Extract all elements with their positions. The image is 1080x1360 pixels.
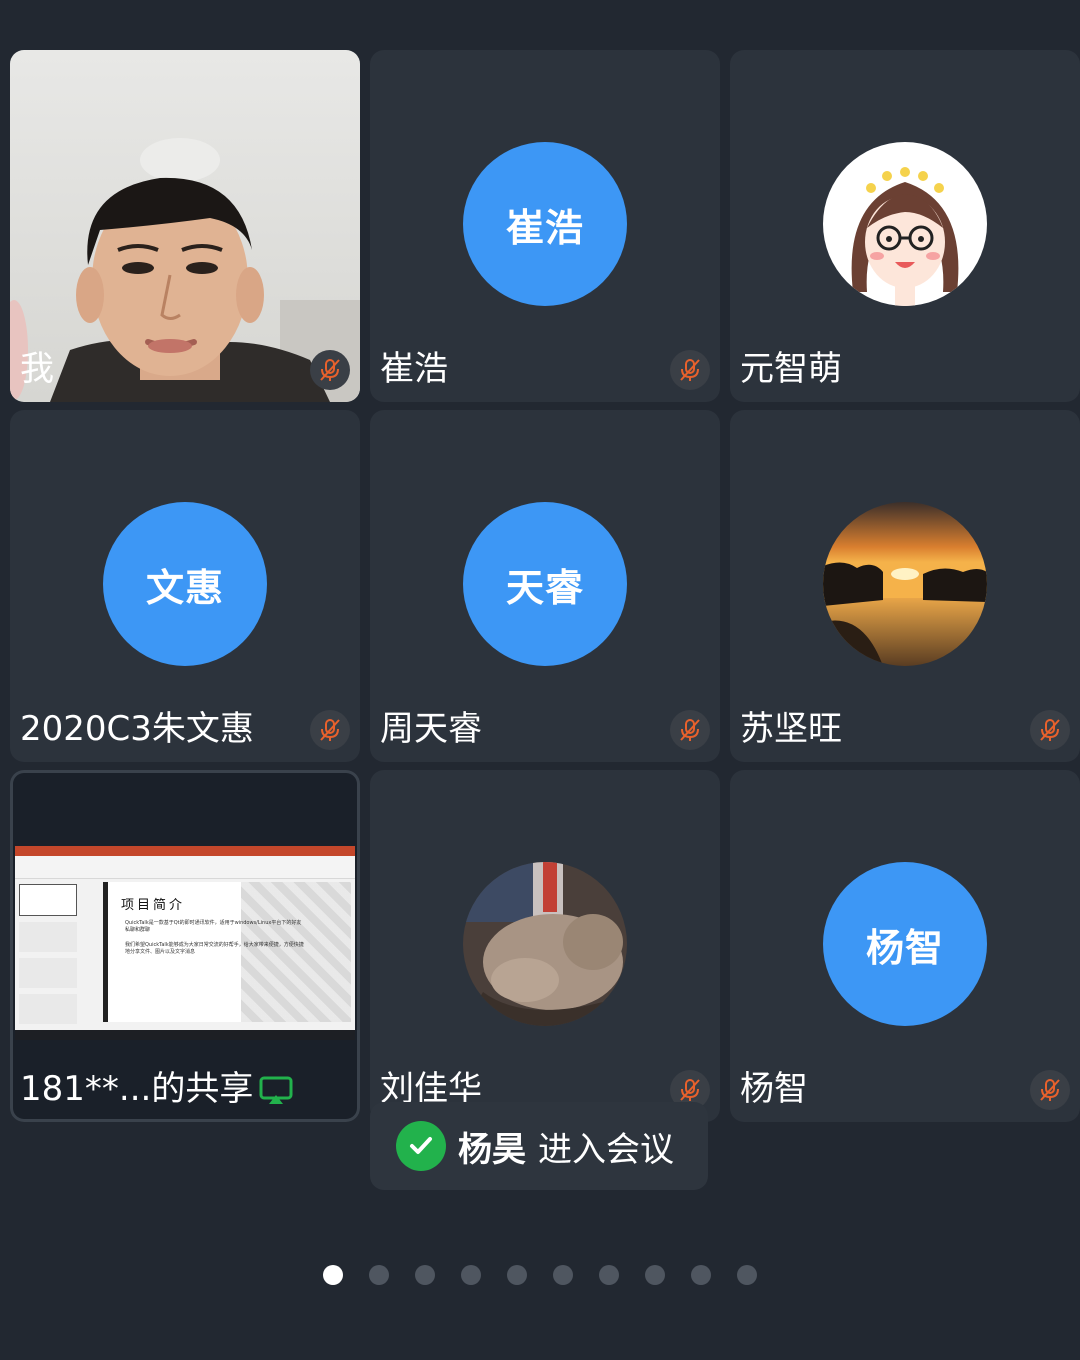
participant-name: 2020C3朱文惠 <box>20 709 254 749</box>
mic-muted-icon <box>310 350 350 390</box>
slide-bullet: 我们希望QuickTalk能够成为大家日常交流的好帮手，给大家带来便捷，方便快捷… <box>125 942 304 955</box>
page-dot[interactable] <box>599 1265 619 1285</box>
participant-tile[interactable]: 元智萌 <box>730 50 1080 402</box>
mic-muted-icon <box>670 350 710 390</box>
mic-muted-icon <box>310 710 350 750</box>
slide-bullet: QuickTalk是一款基于Qt的即时通讯软件，适用于windows/Linux… <box>125 920 302 933</box>
participant-name: 杨智 <box>740 1069 808 1109</box>
ppt-thumbnails <box>19 884 77 1030</box>
participant-tile[interactable]: 文惠 2020C3朱文惠 <box>10 410 360 762</box>
participant-tile[interactable]: 天睿 周天睿 <box>370 410 720 762</box>
ppt-toolbar <box>15 846 355 856</box>
page-dot[interactable] <box>553 1265 573 1285</box>
screen-share-icon <box>259 1076 293 1104</box>
participant-tile[interactable]: 苏坚旺 <box>730 410 1080 762</box>
page-dot[interactable] <box>691 1265 711 1285</box>
page-dot[interactable] <box>415 1265 435 1285</box>
shared-screen: 项目简介 QuickTalk是一款基于Qt的即时通讯软件，适用于windows/… <box>15 846 355 1040</box>
page-dot[interactable] <box>645 1265 665 1285</box>
participant-name: 我 <box>20 349 54 389</box>
participant-name: 元智萌 <box>740 349 842 389</box>
toast-participant-name: 杨昊 <box>458 1129 526 1170</box>
page-indicator <box>0 1262 1080 1288</box>
avatar: 天睿 <box>463 502 627 666</box>
page-dot[interactable] <box>461 1265 481 1285</box>
slide-title: 项目简介 <box>121 898 186 913</box>
ppt-slide: 项目简介 QuickTalk是一款基于Qt的即时通讯软件，适用于windows/… <box>103 882 351 1022</box>
participant-name: 崔浩 <box>380 349 448 389</box>
participant-name: 苏坚旺 <box>740 709 842 749</box>
avatar <box>823 142 987 306</box>
avatar: 崔浩 <box>463 142 627 306</box>
toast-message: 进入会议 <box>538 1129 674 1170</box>
mic-muted-icon <box>1030 1070 1070 1110</box>
avatar <box>823 502 987 666</box>
participant-tile[interactable]: 杨智 杨智 <box>730 770 1080 1122</box>
page-dot[interactable] <box>323 1265 343 1285</box>
participant-tile[interactable]: 崔浩 崔浩 <box>370 50 720 402</box>
participant-grid: 我 崔浩 崔浩 元智萌 文惠 2020C3朱文惠 天睿 周天睿 苏坚旺 项目简介… <box>0 0 1080 1140</box>
participant-name: 周天睿 <box>380 709 482 749</box>
avatar <box>463 862 627 1026</box>
mic-muted-icon <box>670 710 710 750</box>
check-icon <box>396 1121 446 1171</box>
page-dot[interactable] <box>507 1265 527 1285</box>
taskbar <box>15 1030 355 1040</box>
mic-muted-icon <box>1030 710 1070 750</box>
participant-tile[interactable]: 刘佳华 <box>370 770 720 1122</box>
page-dot[interactable] <box>737 1265 757 1285</box>
participant-name: 181**...的共享 <box>20 1061 293 1110</box>
page-dot[interactable] <box>369 1265 389 1285</box>
join-toast: 杨昊 进入会议 <box>370 1102 708 1190</box>
avatar: 杨智 <box>823 862 987 1026</box>
ppt-ribbon <box>15 856 355 879</box>
participant-tile-me[interactable]: 我 <box>10 50 360 402</box>
screen-share-tile[interactable]: 项目简介 QuickTalk是一款基于Qt的即时通讯软件，适用于windows/… <box>10 770 360 1122</box>
avatar: 文惠 <box>103 502 267 666</box>
camera-feed <box>10 50 360 402</box>
